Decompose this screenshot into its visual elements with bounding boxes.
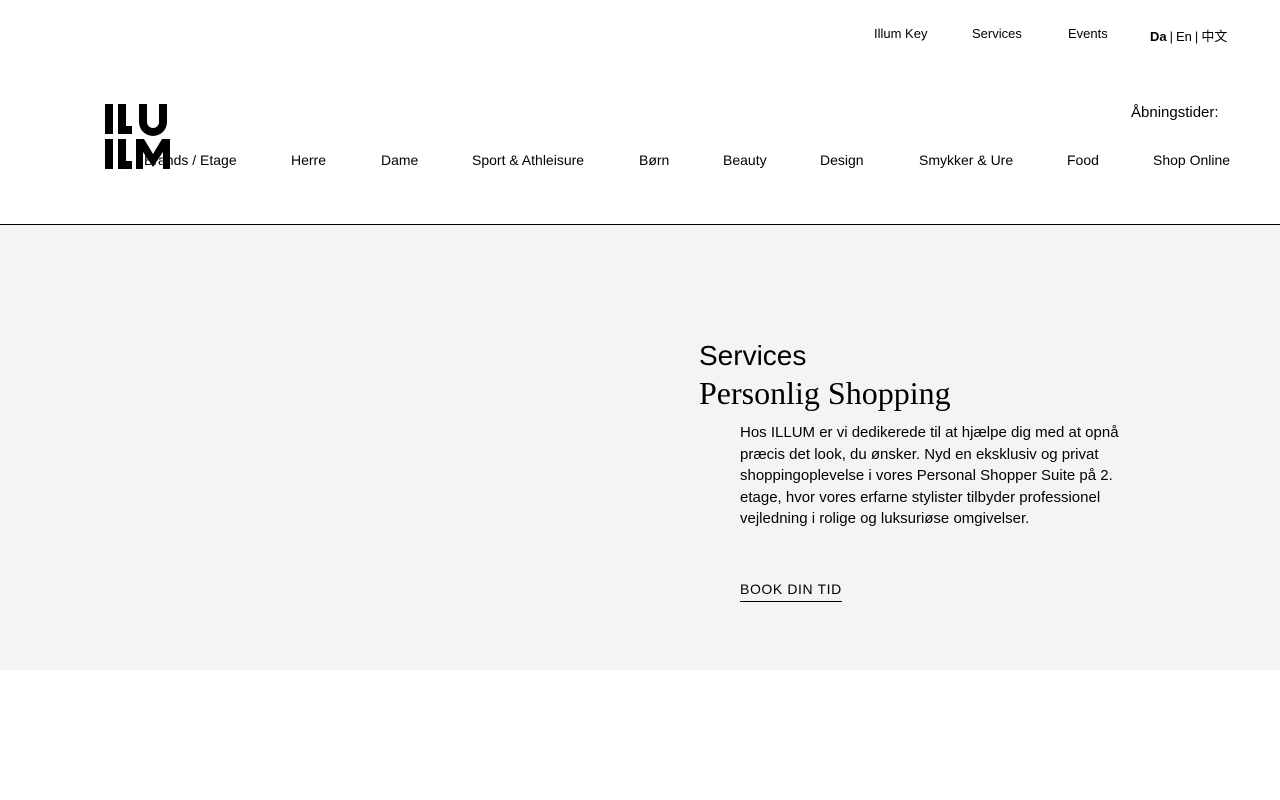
language-separator: | <box>1194 29 1199 44</box>
nav-item-herre[interactable]: Herre <box>291 152 326 168</box>
personal-shopping-hero: Services Personlig Shopping Hos ILLUM er… <box>0 225 1280 670</box>
nav-item-shop-online[interactable]: Shop Online <box>1153 152 1230 168</box>
hero-eyebrow: Services <box>699 340 807 371</box>
book-appointment-button[interactable]: BOOK DIN TID <box>740 581 842 602</box>
language-switcher: Da | En | 中文 <box>1150 26 1227 45</box>
nav-item-food[interactable]: Food <box>1067 152 1099 168</box>
nav-item-design[interactable]: Design <box>820 152 864 168</box>
nav-item-dame[interactable]: Dame <box>381 152 418 168</box>
nav-item-smykker-ure[interactable]: Smykker & Ure <box>919 152 1013 168</box>
utility-nav: Illum Key Services Events Da | En | 中文 <box>0 26 1280 44</box>
nav-item-brands-etage[interactable]: Brands / Etage <box>144 152 237 168</box>
nav-item-sport-athleisure[interactable]: Sport & Athleisure <box>472 152 584 168</box>
main-nav: Brands / Etage Herre Dame Sport & Athlei… <box>0 152 1280 172</box>
utility-link-illum-key[interactable]: Illum Key <box>874 26 927 41</box>
language-da[interactable]: Da <box>1150 29 1167 44</box>
language-separator: | <box>1169 29 1174 44</box>
site-header: Illum Key Services Events Da | En | 中文 Åbnin… <box>0 0 1280 225</box>
language-zh[interactable]: 中文 <box>1201 29 1227 44</box>
utility-link-services[interactable]: Services <box>972 26 1022 41</box>
nav-item-beauty[interactable]: Beauty <box>723 152 767 168</box>
language-en[interactable]: En <box>1176 29 1192 44</box>
hero-description: Hos ILLUM er vi dedikerede til at hjælpe… <box>740 424 1119 527</box>
opening-hours-link[interactable]: Åbningstider: <box>1131 104 1219 121</box>
nav-item-born[interactable]: Børn <box>639 152 669 168</box>
utility-link-events[interactable]: Events <box>1068 26 1108 41</box>
page-title: Personlig Shopping <box>699 375 951 411</box>
